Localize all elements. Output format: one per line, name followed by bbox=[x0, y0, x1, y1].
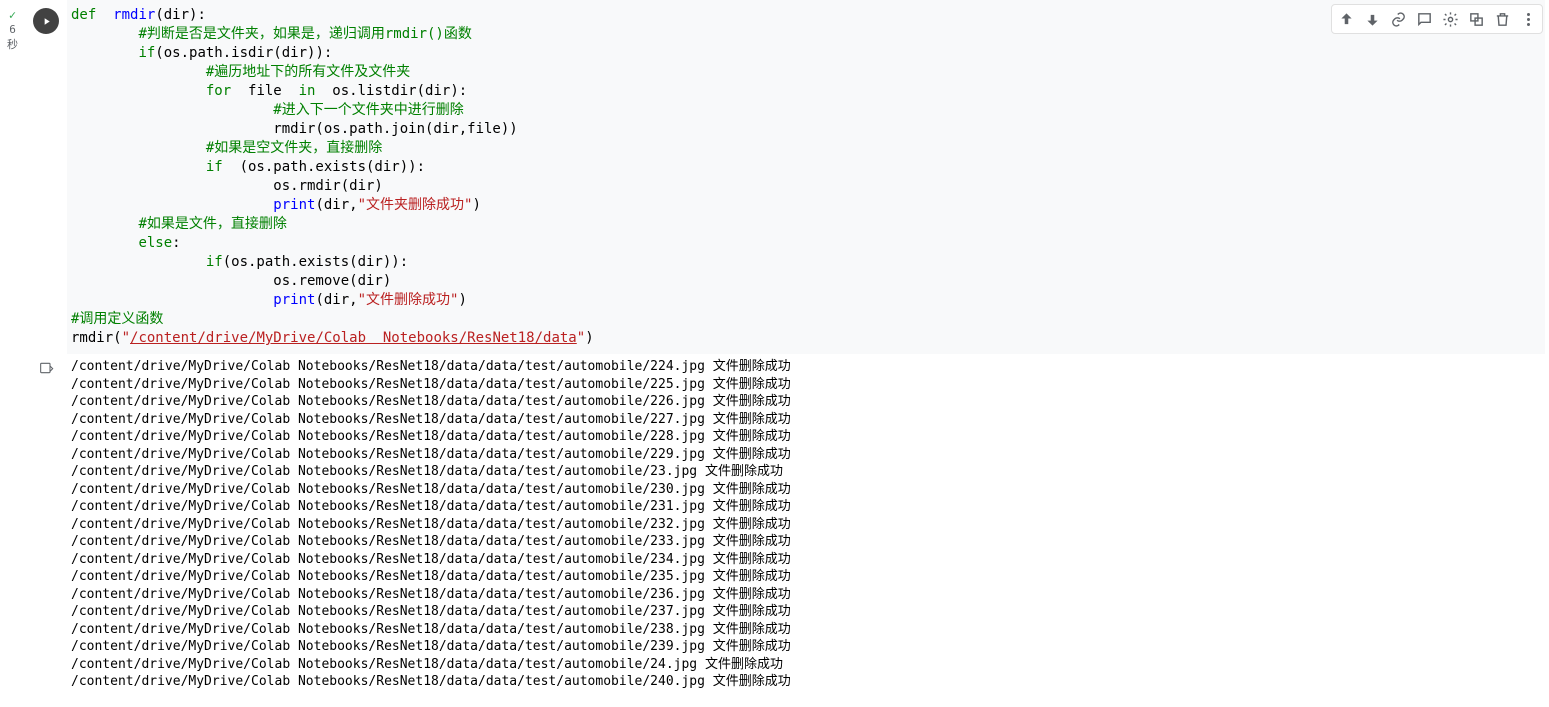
output-toggle-icon[interactable] bbox=[38, 360, 54, 380]
settings-button[interactable] bbox=[1437, 6, 1463, 32]
output-area[interactable]: /content/drive/MyDrive/Colab Notebooks/R… bbox=[67, 354, 1549, 691]
exec-duration: 6 bbox=[9, 23, 16, 36]
exec-duration-unit: 秒 bbox=[7, 36, 18, 52]
check-icon: ✓ bbox=[9, 8, 16, 22]
exec-column bbox=[25, 0, 67, 354]
cell-toolbar bbox=[1331, 4, 1543, 34]
more-button[interactable] bbox=[1515, 6, 1541, 32]
output-gutter bbox=[0, 354, 25, 691]
comment-button[interactable] bbox=[1411, 6, 1437, 32]
move-up-button[interactable] bbox=[1333, 6, 1359, 32]
mirror-button[interactable] bbox=[1463, 6, 1489, 32]
move-down-button[interactable] bbox=[1359, 6, 1385, 32]
delete-button[interactable] bbox=[1489, 6, 1515, 32]
status-gutter: ✓ 6 秒 bbox=[0, 0, 25, 354]
code-editor[interactable]: def rmdir(dir): #判断是否是文件夹，如果是，递归调用rmdir(… bbox=[67, 0, 1545, 354]
run-cell-button[interactable] bbox=[33, 8, 59, 34]
code-cell: ✓ 6 秒 def rmdir(dir): #判断是否是文件夹，如果是，递归调用… bbox=[0, 0, 1549, 354]
link-button[interactable] bbox=[1385, 6, 1411, 32]
output-icon-column bbox=[25, 354, 67, 691]
output-section: /content/drive/MyDrive/Colab Notebooks/R… bbox=[0, 354, 1549, 691]
